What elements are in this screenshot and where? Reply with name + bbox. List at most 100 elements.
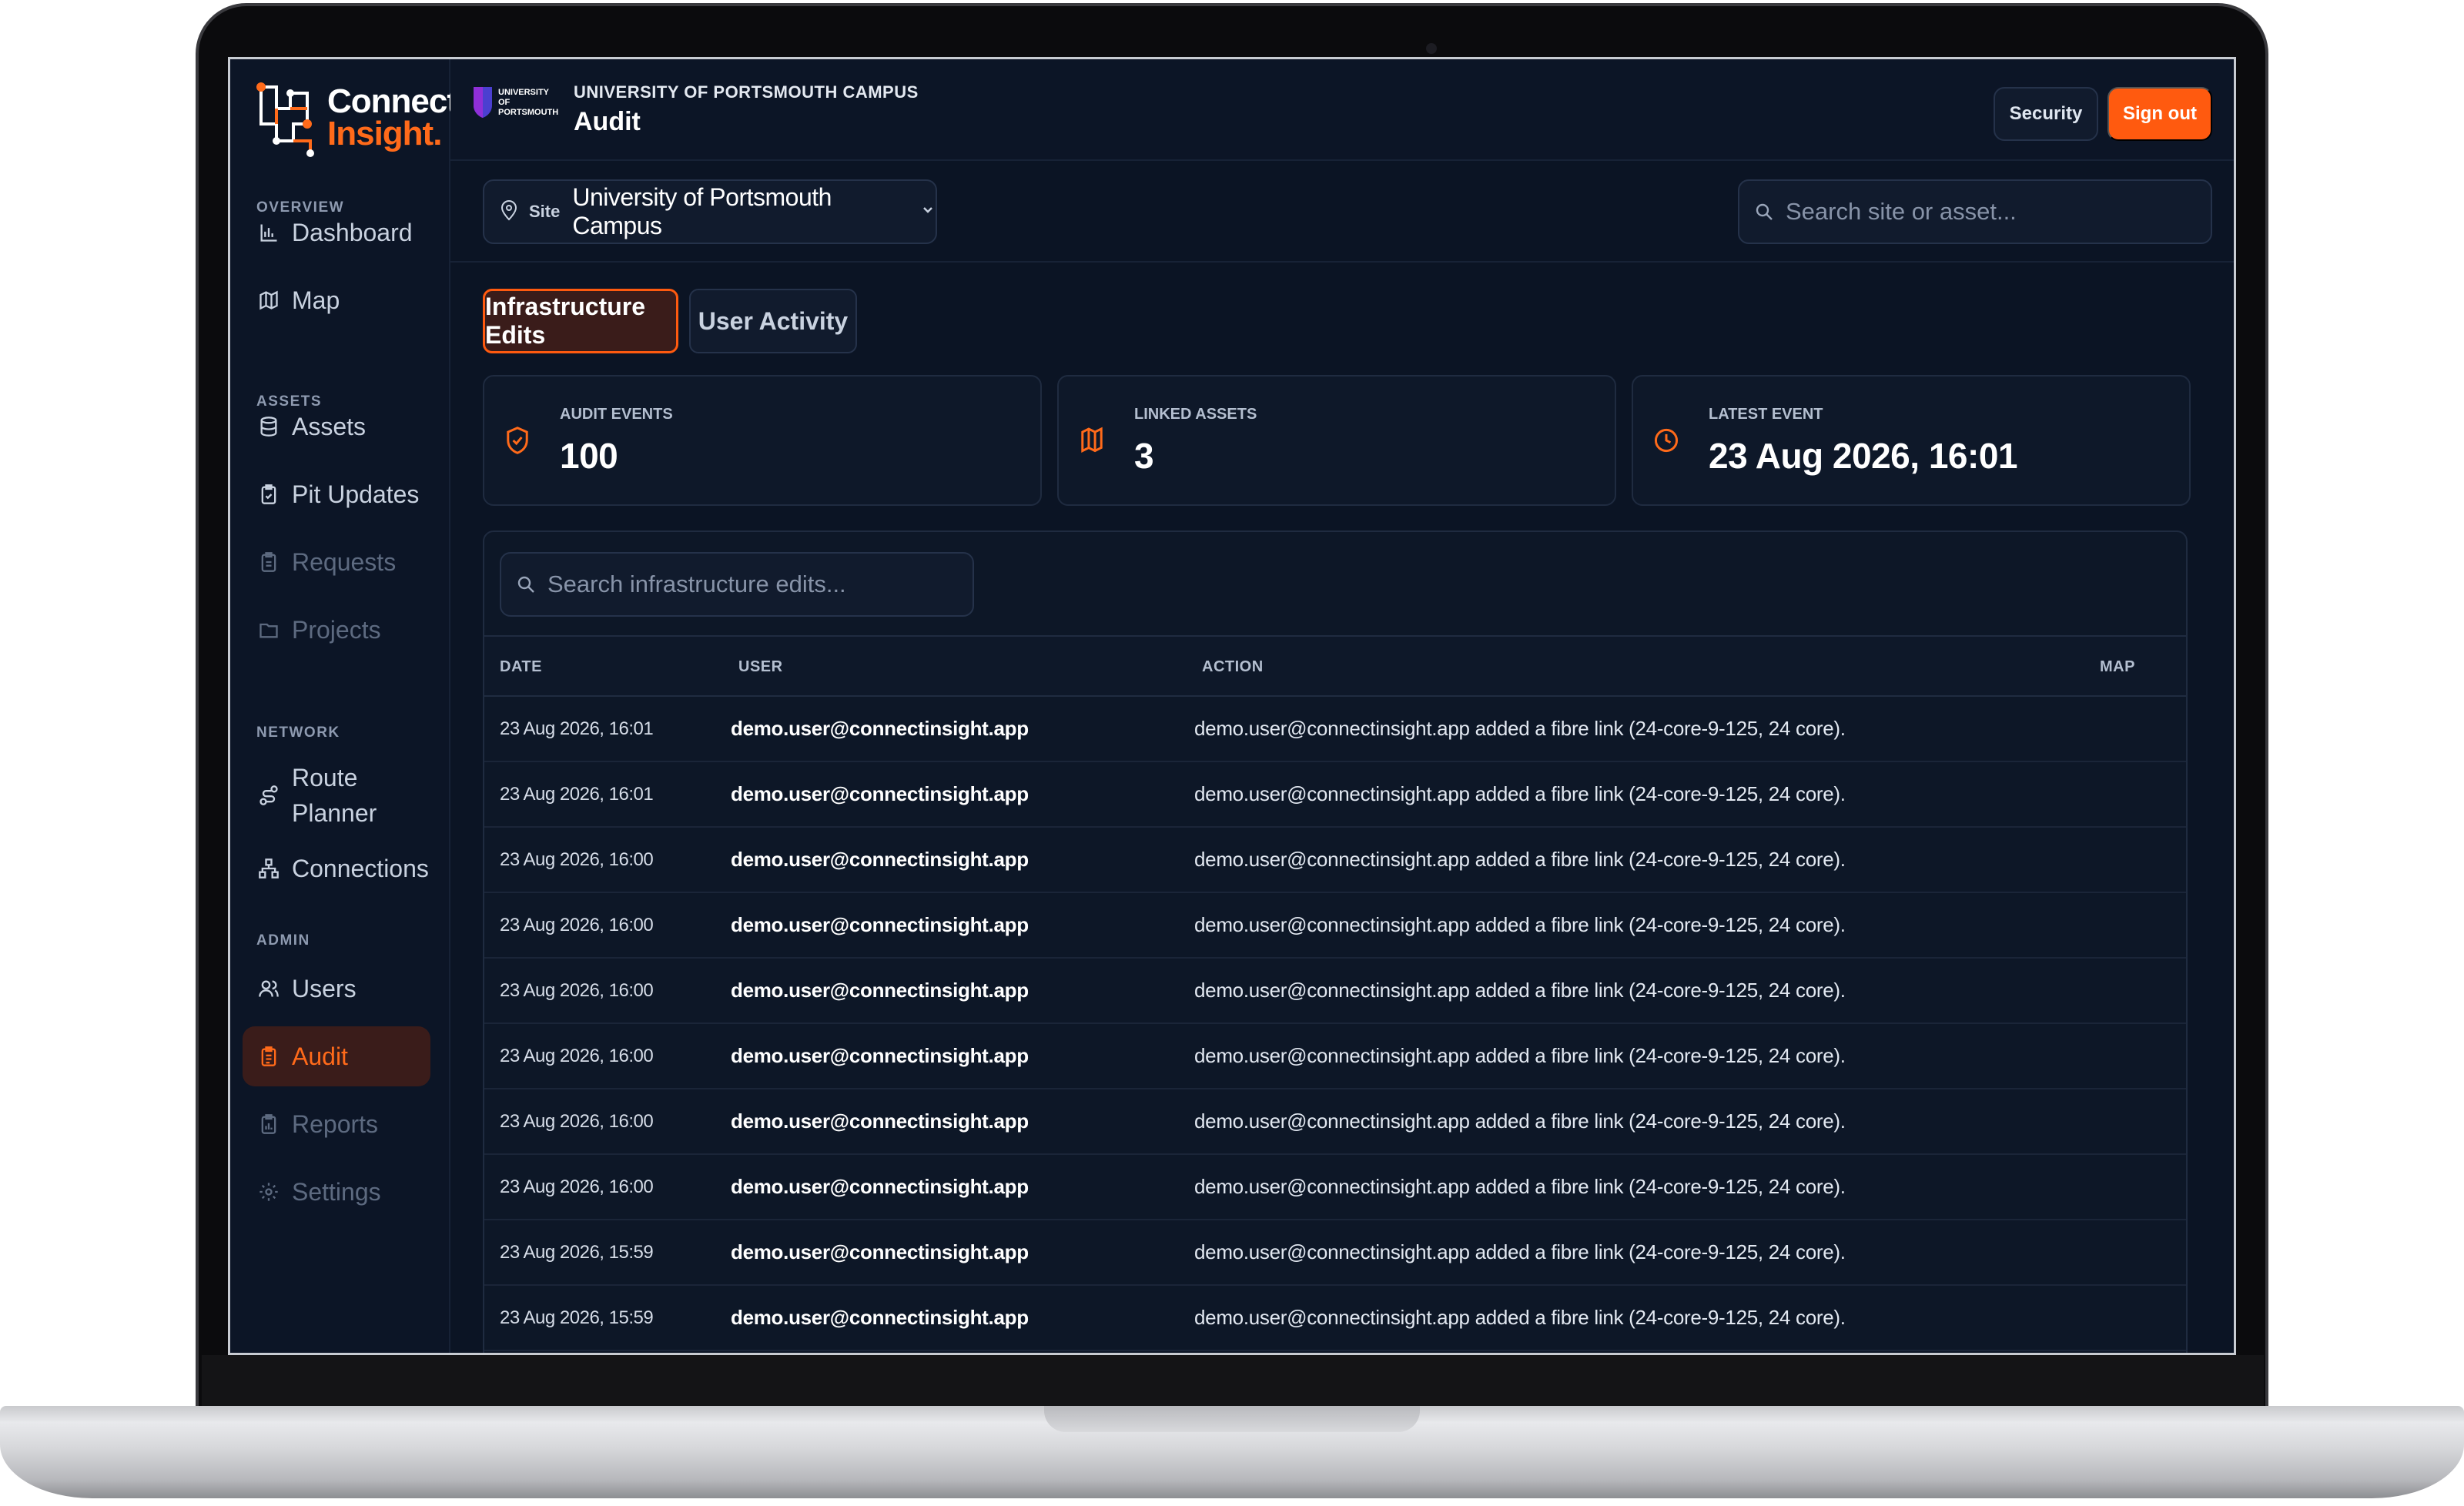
column-header-user[interactable]: USER [738, 658, 783, 676]
sidebar-item-label: Pit Updates [292, 480, 420, 508]
security-button[interactable]: Security [1994, 87, 2098, 141]
clipboard-icon [256, 482, 281, 507]
stat-value: 100 [560, 436, 618, 476]
row-user: demo.user@connectinsight.app [731, 1044, 1029, 1067]
sidebar-item-dashboard[interactable]: Dashboard [243, 202, 430, 263]
sidebar-item-reports[interactable]: Reports [243, 1094, 430, 1154]
row-date: 23 Aug 2026, 15:59 [500, 1307, 654, 1328]
site-search-input[interactable] [1786, 198, 2186, 226]
search-icon [517, 576, 534, 593]
users-icon [256, 976, 281, 1001]
edit-search-input[interactable] [547, 571, 948, 598]
sidebar-item-label: Projects [292, 615, 381, 644]
brand-logo-icon [256, 82, 314, 157]
sidebar-item-label: Reports [292, 1109, 379, 1138]
page-title: Audit [574, 107, 641, 136]
sidebar-item-users[interactable]: Users [243, 959, 430, 1019]
sidebar-item-label: Settings [292, 1177, 381, 1206]
stat-card-latest-event: LATEST EVENT 23 Aug 2026, 16:01 [1632, 375, 2191, 506]
site-search[interactable] [1738, 179, 2212, 244]
column-header-map[interactable]: MAP [2100, 658, 2135, 676]
database-icon [256, 414, 281, 439]
table-row[interactable]: 23 Aug 2026, 16:00 demo.user@connectinsi… [484, 959, 2186, 1024]
column-header-action[interactable]: ACTION [1202, 658, 1264, 676]
table-row[interactable]: 23 Aug 2026, 16:00 demo.user@connectinsi… [484, 828, 2186, 893]
org-logo-text: UNIVERSITY OF PORTSMOUTH [498, 87, 559, 117]
sidebar-item-label: Planner [292, 799, 377, 827]
bar-chart-icon [256, 220, 281, 245]
sidebar-item-projects[interactable]: Projects [243, 600, 430, 660]
row-date: 23 Aug 2026, 16:00 [500, 1046, 654, 1066]
sidebar-item-settings[interactable]: Settings [243, 1162, 430, 1222]
row-date: 23 Aug 2026, 16:00 [500, 849, 654, 870]
row-action: demo.user@connectinsight.app added a fib… [1194, 979, 1846, 1002]
sidebar-item-label: Dashboard [292, 218, 413, 246]
column-header-date[interactable]: DATE [500, 658, 542, 676]
sidebar-item-audit[interactable]: Audit [243, 1026, 430, 1086]
row-user: demo.user@connectinsight.app [731, 848, 1029, 871]
stat-label: LATEST EVENT [1709, 406, 1823, 423]
row-user: demo.user@connectinsight.app [731, 979, 1029, 1002]
sidebar-item-connections[interactable]: Connections [243, 838, 430, 899]
clipboard-audit-icon [256, 1044, 281, 1069]
sidebar-item-requests[interactable]: Requests [243, 532, 430, 592]
row-action: demo.user@connectinsight.app added a fib… [1194, 1306, 1846, 1329]
row-date: 23 Aug 2026, 16:00 [500, 915, 654, 935]
row-action: demo.user@connectinsight.app added a fib… [1194, 782, 1846, 805]
row-user: demo.user@connectinsight.app [731, 1240, 1029, 1263]
sidebar-item-label: Requests [292, 547, 397, 576]
stat-card-linked-assets: LINKED ASSETS 3 [1057, 375, 1616, 506]
row-action: demo.user@connectinsight.app added a fib… [1194, 1109, 1846, 1133]
chevron-down-icon [914, 202, 936, 222]
row-action: demo.user@connectinsight.app added a fib… [1194, 1240, 1846, 1263]
stat-card-audit-events: AUDIT EVENTS 100 [483, 375, 1042, 506]
network-icon [256, 856, 281, 881]
sidebar-item-assets[interactable]: Assets [243, 397, 430, 457]
site-selector[interactable]: Site University of Portsmouth Campus [483, 179, 937, 244]
sidebar-item-label: Route [292, 764, 358, 791]
row-date: 23 Aug 2026, 16:00 [500, 1176, 654, 1197]
row-action: demo.user@connectinsight.app added a fib… [1194, 717, 1846, 740]
table-row[interactable]: 23 Aug 2026, 15:59 demo.user@connectinsi… [484, 1286, 2186, 1351]
nav-section-admin: ADMIN [256, 932, 310, 949]
top-header: UNIVERSITY OF PORTSMOUTH UNIVERSITY OF P… [450, 59, 2234, 161]
brand-logo[interactable]: Connect Insight. [253, 78, 458, 158]
row-action: demo.user@connectinsight.app added a fib… [1194, 1175, 1846, 1198]
table-row[interactable]: 23 Aug 2026, 16:00 demo.user@connectinsi… [484, 1089, 2186, 1155]
sidebar-item-map[interactable]: Map [243, 270, 430, 330]
clock-icon [1653, 426, 1679, 457]
map-pin-icon [500, 199, 518, 225]
org-logo: UNIVERSITY OF PORTSMOUTH [472, 85, 559, 119]
search-icon [1756, 203, 1773, 220]
camera [1426, 43, 1437, 54]
audit-table-panel: DATE USER ACTION MAP 23 Aug 2026, 16:01 … [483, 530, 2188, 1353]
row-user: demo.user@connectinsight.app [731, 717, 1029, 740]
infrastructure-edit-search[interactable] [500, 552, 974, 617]
sidebar-item-label: Audit [292, 1042, 348, 1070]
sidebar-item-pit-updates[interactable]: Pit Updates [243, 464, 430, 524]
table-row[interactable]: 23 Aug 2026, 16:01 demo.user@connectinsi… [484, 762, 2186, 828]
sidebar-item-label: Map [292, 286, 340, 314]
table-row[interactable]: 23 Aug 2026, 16:00 demo.user@connectinsi… [484, 1155, 2186, 1220]
laptop-notch [1044, 1406, 1420, 1432]
sign-out-button[interactable]: Sign out [2107, 87, 2212, 141]
gear-icon [256, 1180, 281, 1204]
shield-check-icon [504, 426, 531, 457]
tab-user-activity[interactable]: User Activity [689, 289, 857, 353]
sidebar-item-label: Connections [292, 854, 429, 882]
map-icon [256, 288, 281, 313]
row-date: 23 Aug 2026, 16:01 [500, 784, 654, 805]
tab-infrastructure-edits[interactable]: Infrastructure Edits [483, 289, 678, 353]
table-row[interactable]: 23 Aug 2026, 16:00 demo.user@connectinsi… [484, 893, 2186, 959]
site-bar: Site University of Portsmouth Campus [450, 161, 2234, 263]
site-label: Site [529, 202, 561, 221]
sidebar-item-route-planner[interactable]: Route Planner [243, 755, 430, 835]
table-row[interactable]: 23 Aug 2026, 15:59 demo.user@connectinsi… [484, 1220, 2186, 1286]
university-shield-icon [474, 87, 492, 118]
table-row[interactable]: 23 Aug 2026, 16:01 demo.user@connectinsi… [484, 697, 2186, 762]
brand-name-line2: Insight. [327, 115, 442, 152]
site-value: University of Portsmouth Campus [572, 183, 832, 239]
table-row[interactable]: 23 Aug 2026, 16:00 demo.user@connectinsi… [484, 1024, 2186, 1089]
row-date: 23 Aug 2026, 16:00 [500, 980, 654, 1001]
table-body: 23 Aug 2026, 16:01 demo.user@connectinsi… [484, 697, 2186, 1351]
